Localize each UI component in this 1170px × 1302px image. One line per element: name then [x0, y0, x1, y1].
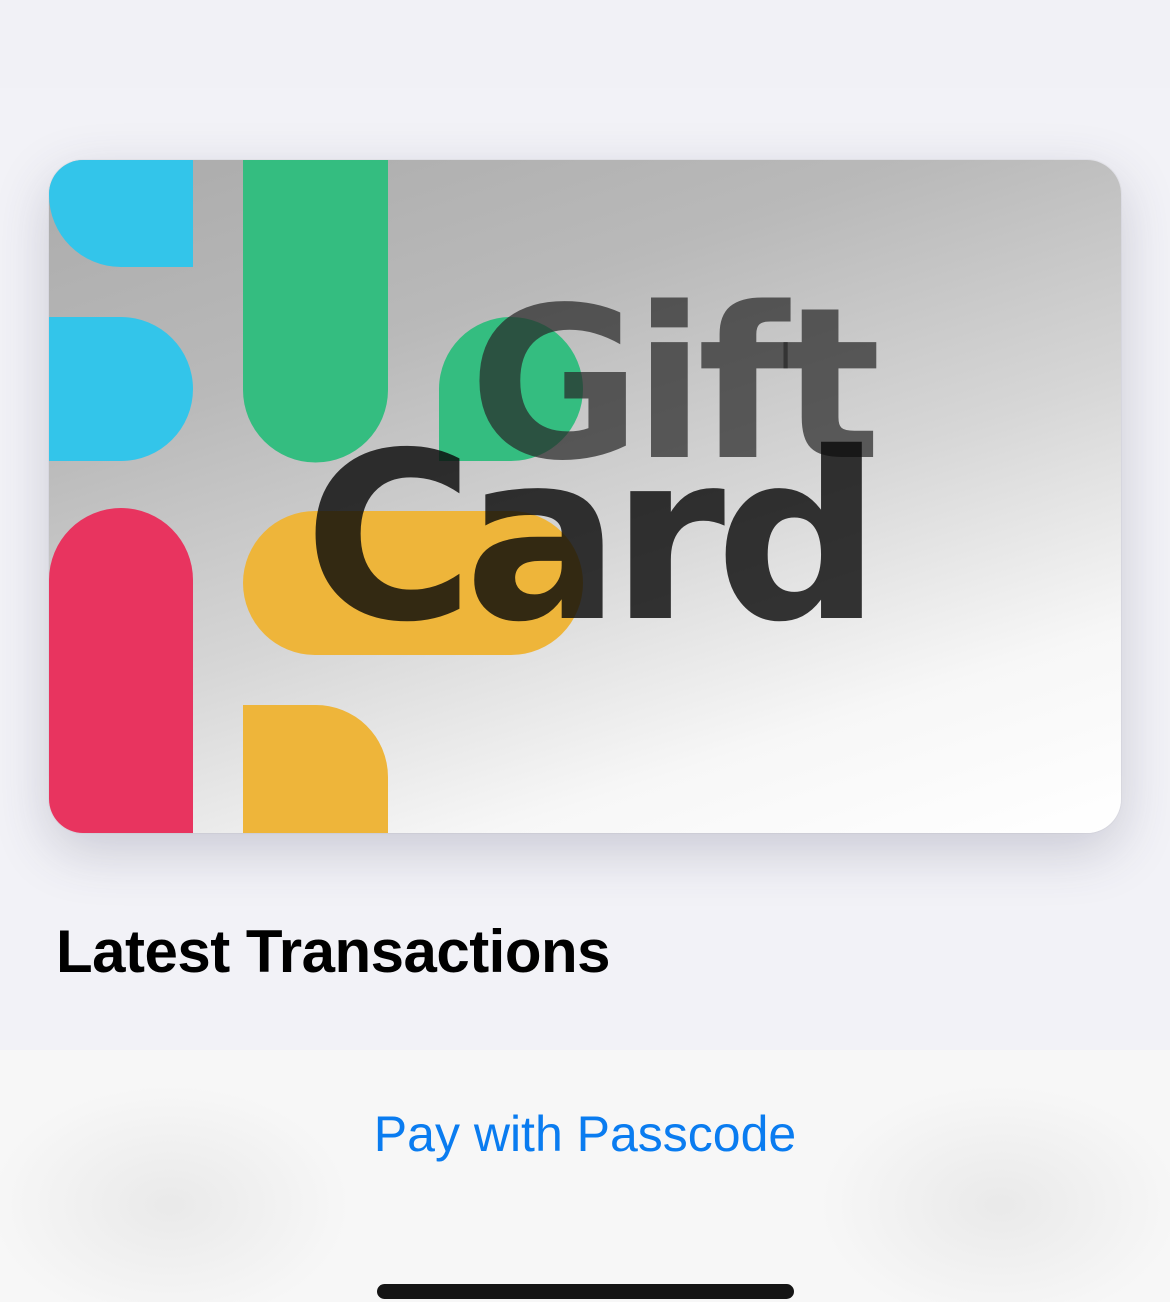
latest-transactions-heading: Latest Transactions: [56, 918, 611, 985]
bottom-action-area: [0, 1050, 1170, 1302]
gift-card-pass[interactable]: Gift Card: [49, 160, 1121, 833]
logo-red-shape: [49, 508, 193, 833]
top-band: [0, 0, 1170, 88]
logo-green-tall-shape: [243, 160, 388, 463]
logo-yellow-pill-shape: [243, 511, 583, 655]
pay-with-passcode-button[interactable]: Pay with Passcode: [0, 1094, 1170, 1174]
logo-green-small-shape: [439, 317, 583, 461]
logo-blue-top-shape: [49, 160, 193, 267]
logo-blue-mid-shape: [49, 317, 193, 461]
logo-yellow-bottom-shape: [243, 704, 388, 833]
home-indicator[interactable]: [377, 1284, 794, 1299]
slack-logo-graphic: [49, 160, 583, 833]
